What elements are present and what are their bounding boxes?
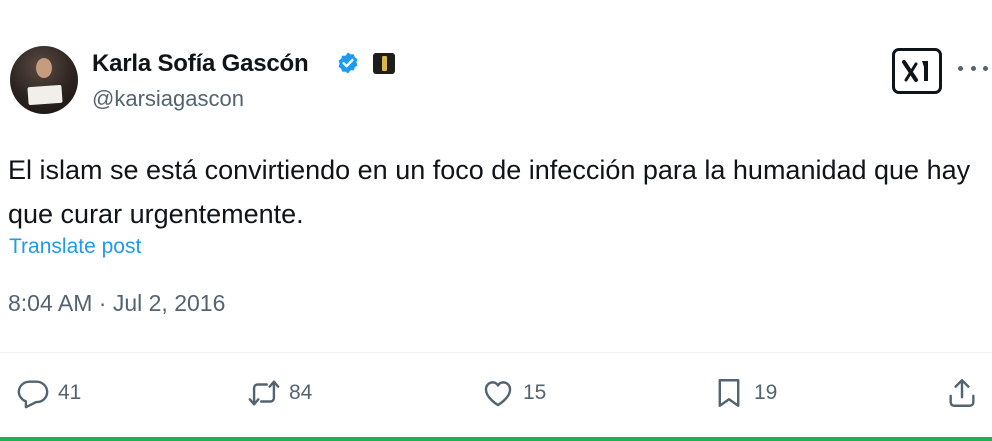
translate-post-link[interactable]: Translate post [9, 235, 141, 259]
repost-icon [248, 380, 280, 406]
reply-count: 41 [58, 381, 82, 404]
share-icon [949, 379, 975, 407]
award-badge-icon[interactable] [373, 53, 395, 74]
x-logo-icon[interactable] [892, 48, 942, 94]
repost-count: 84 [289, 381, 313, 404]
divider [0, 352, 992, 353]
bookmark-button[interactable]: 19 [712, 374, 777, 412]
bottom-accent-bar [0, 437, 992, 441]
like-count: 15 [523, 381, 547, 404]
bookmark-icon [718, 379, 740, 407]
share-button[interactable] [945, 374, 979, 412]
avatar-held-card [27, 84, 63, 106]
post-text: El islam se está convirtiendo en un foco… [8, 155, 971, 229]
bookmark-count: 19 [754, 381, 778, 404]
avatar-face [36, 58, 52, 78]
avatar[interactable] [10, 46, 78, 114]
like-icon [484, 381, 512, 407]
reply-icon [17, 380, 49, 409]
author-handle[interactable]: @karsiagascon [92, 86, 244, 112]
like-button[interactable]: 15 [481, 374, 546, 412]
more-icon[interactable] [958, 58, 988, 78]
repost-button[interactable]: 84 [247, 374, 312, 412]
author-display-name[interactable]: Karla Sofía Gascón [92, 50, 309, 78]
tweet-card: Karla Sofía Gascón @karsiagascon El isla… [0, 0, 992, 441]
x-logo-glyph [902, 60, 928, 82]
post-timestamp[interactable]: 8:04 AM · Jul 2, 2016 [8, 290, 225, 317]
verified-badge-icon [338, 52, 358, 74]
reply-button[interactable]: 41 [16, 374, 81, 412]
